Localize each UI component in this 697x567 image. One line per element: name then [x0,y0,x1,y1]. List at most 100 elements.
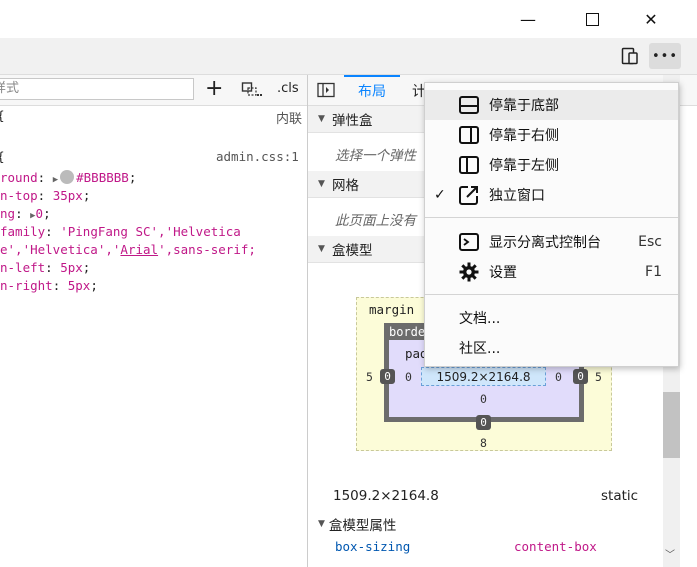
scrollbar-thumb[interactable] [663,392,680,458]
font-name-link[interactable]: Arial [120,242,158,257]
margin-left-value[interactable]: 5 [366,370,373,384]
boxmodel-properties-header[interactable]: ▼ 盒模型属性 [318,514,396,534]
property-name: n-top [0,188,38,203]
overflow-menu: 停靠于底部 停靠于右侧 停靠于左侧 ✓ 独立窗口 显示分离式控制台 Esc 设置… [424,82,679,367]
padding-left-value[interactable]: 0 [405,370,412,384]
semicolon: ; [43,206,51,221]
margin-bottom-value[interactable]: 8 [480,436,487,450]
menu-item-label: 显示分离式控制台 [489,235,601,251]
colon: : [37,170,46,185]
menu-item-community[interactable]: 社区... [425,333,678,363]
semicolon: ; [90,278,98,293]
gear-icon [458,261,480,283]
declaration-line[interactable]: family: 'PingFang SC','Helvetica [0,224,241,239]
devtools-toolbar: ••• [0,38,697,75]
filter-placeholder: 样式 [0,81,20,96]
property-name: round [0,170,38,185]
semicolon: ; [82,260,91,275]
menu-item-shortcut: F1 [645,264,662,280]
semicolon: ; [82,188,91,203]
check-icon: ✓ [434,187,446,203]
menu-item-label: 停靠于底部 [489,98,559,114]
stylesheet-link[interactable]: admin.css:1 [216,149,299,164]
rules-filter-bar: 样式 + .cls [0,75,307,106]
more-icon: ••• [651,48,678,64]
border-left-value[interactable]: 0 [380,369,395,384]
menu-separator [425,294,678,295]
colon: : [15,206,23,221]
menu-item-label: 停靠于右侧 [489,128,559,144]
console-icon [458,231,480,253]
inline-label: 内联 [276,112,303,127]
window-titlebar: — ✕ [0,0,697,38]
collapse-arrow-icon: ▼ [318,179,325,189]
tab-layout[interactable]: 布局 [344,75,400,105]
padding-bottom-value[interactable]: 0 [480,392,487,406]
color-swatch[interactable] [60,170,75,184]
menu-item-separate-window[interactable]: ✓ 独立窗口 [425,180,678,210]
colon: : [37,188,46,203]
collapse-arrow-icon: ▼ [318,519,325,529]
section-title: 网格 [332,178,359,194]
menu-item-documentation[interactable]: 文档... [425,303,678,333]
padding-right-value[interactable]: 0 [555,370,562,384]
close-button[interactable]: ✕ [628,0,674,38]
property-name: family [0,224,46,239]
menu-item-label: 独立窗口 [489,188,545,204]
overflow-menu-button[interactable]: ••• [649,43,681,69]
dock-right-icon [458,124,480,146]
property-name: n-left [0,260,46,275]
menu-item-dock-left[interactable]: 停靠于左侧 [425,150,678,180]
scroll-down-icon[interactable]: ﹀ [665,546,675,561]
margin-label: margin [369,302,415,317]
menu-item-split-console[interactable]: 显示分离式控制台 Esc [425,227,678,257]
minimize-button[interactable]: — [505,0,551,38]
collapse-arrow-icon: ▼ [318,244,325,254]
declaration-line[interactable]: n-right: 5px; [0,278,98,293]
declaration-line[interactable]: n-top: 35px; [0,188,90,203]
property-name: n-right [0,278,53,293]
collapse-arrow-icon: ▼ [318,114,325,124]
margin-right-value[interactable]: 5 [595,370,602,384]
border-label: border [385,324,432,340]
menu-item-dock-right[interactable]: 停靠于右侧 [425,120,678,150]
pseudo-class-toggle-icon[interactable] [241,80,263,100]
responsive-design-icon[interactable] [620,46,640,66]
menu-item-label: 社区... [459,341,501,357]
dock-bottom-icon [458,94,480,116]
element-rule-brace: { [0,108,5,123]
menu-item-dock-bottom[interactable]: 停靠于底部 [425,90,678,120]
declaration-line-continued[interactable]: e','Helvetica','Arial',sans-serif; [0,242,256,257]
box-dimensions: 1509.2×2164.8 [333,488,439,504]
semicolon: ; [128,170,137,185]
maximize-icon [585,12,599,26]
property-name: ng [0,206,16,221]
box-position: static [601,488,639,504]
content-size: 1509.2×2164.8 [436,369,531,384]
property-value: 0 [35,206,44,221]
separate-window-icon [458,184,480,206]
border-right-value[interactable]: 0 [573,369,588,384]
grid-hint: 此页面上没有 [335,213,416,229]
border-bottom-value[interactable]: 0 [476,415,491,430]
property-value: e','Helvetica',' [0,242,121,257]
filter-styles-input[interactable]: 样式 [0,78,194,100]
expand-arrow-icon[interactable]: ▶ [53,175,58,185]
cls-toggle-button[interactable]: .cls [277,81,299,96]
add-rule-icon[interactable]: + [205,77,223,101]
declaration-line[interactable]: round: ▶ #BBBBBB; [0,170,136,185]
declaration-line[interactable]: n-left: 5px; [0,260,90,275]
rule-brace: { [0,149,5,164]
property-value: 5px [67,278,91,293]
menu-separator [425,217,678,218]
section-title: 盒模型属性 [328,518,397,534]
property-value: 'PingFang SC','Helvetica [60,224,241,239]
maximize-button[interactable] [569,0,615,38]
rules-panel: 样式 + .cls { 内联 { admin.css:1 round: ▶ #BB… [0,75,308,567]
menu-item-label: 设置 [489,265,517,281]
menu-item-settings[interactable]: 设置 F1 [425,257,678,287]
property-name: box-sizing [335,539,411,554]
boxmodel-content[interactable]: 1509.2×2164.8 [421,367,546,386]
declaration-line[interactable]: ng: ▶0; [0,206,51,221]
toggle-sidebar-icon[interactable] [317,82,335,98]
